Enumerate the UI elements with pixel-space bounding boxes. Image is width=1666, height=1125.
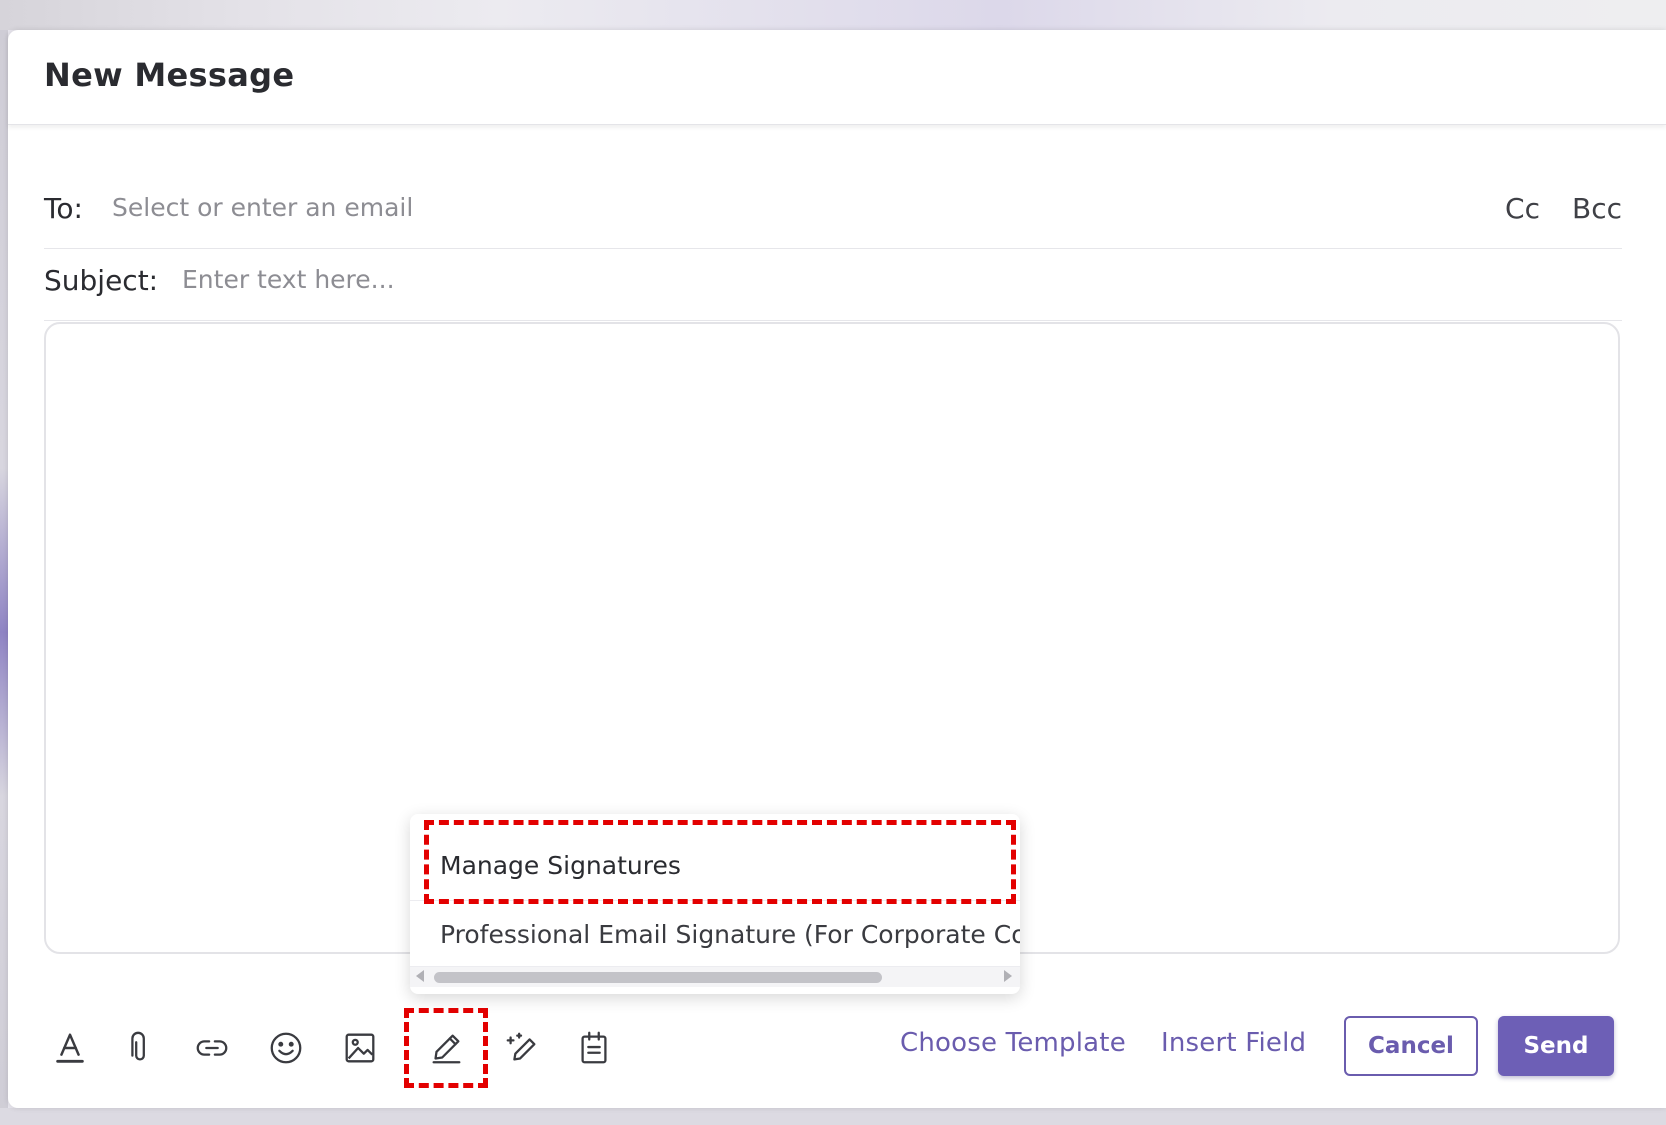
signature-dropdown-menu: Manage Signatures Professional Email Sig… [410, 814, 1020, 994]
text-format-icon[interactable] [46, 1024, 94, 1072]
modal-title: New Message [44, 56, 295, 94]
insert-field-link[interactable]: Insert Field [1161, 1028, 1306, 1058]
to-input[interactable] [110, 188, 1314, 226]
to-label: To: [44, 192, 83, 225]
background-top-strip [0, 0, 1666, 30]
choose-template-link[interactable]: Choose Template [900, 1028, 1126, 1058]
horizontal-scrollbar[interactable] [410, 966, 1020, 987]
subject-input[interactable] [180, 260, 1384, 298]
scrollbar-thumb[interactable] [434, 972, 882, 983]
cancel-button[interactable]: Cancel [1344, 1016, 1478, 1076]
menu-item-professional-signature[interactable]: Professional Email Signature (For Corpor… [410, 901, 1020, 969]
cc-button[interactable]: Cc [1505, 192, 1540, 225]
link-icon[interactable] [188, 1024, 236, 1072]
magic-write-icon[interactable] [498, 1024, 546, 1072]
modal-header: New Message [8, 30, 1666, 125]
subject-row: Subject: [44, 248, 1622, 321]
scroll-left-arrow-icon[interactable] [416, 970, 424, 982]
background-bottom-strip [0, 1108, 1666, 1125]
menu-item-label: Professional Email Signature (For Corpor… [440, 920, 1020, 949]
to-row: To: Cc Bcc [44, 176, 1622, 249]
background-left-edge [0, 30, 8, 1125]
menu-item-manage-signatures[interactable]: Manage Signatures [410, 832, 1020, 901]
clipboard-icon[interactable] [570, 1024, 618, 1072]
compose-toolbar: Choose Template Insert Field Cancel Send [8, 1008, 1666, 1106]
send-button[interactable]: Send [1498, 1016, 1614, 1076]
signature-icon[interactable] [422, 1024, 470, 1072]
menu-item-label: Manage Signatures [440, 851, 681, 880]
attachment-icon[interactable] [116, 1024, 164, 1072]
subject-label: Subject: [44, 264, 159, 297]
image-icon[interactable] [336, 1024, 384, 1072]
emoji-icon[interactable] [262, 1024, 310, 1072]
bcc-button[interactable]: Bcc [1572, 192, 1622, 225]
scroll-right-arrow-icon[interactable] [1004, 970, 1012, 982]
